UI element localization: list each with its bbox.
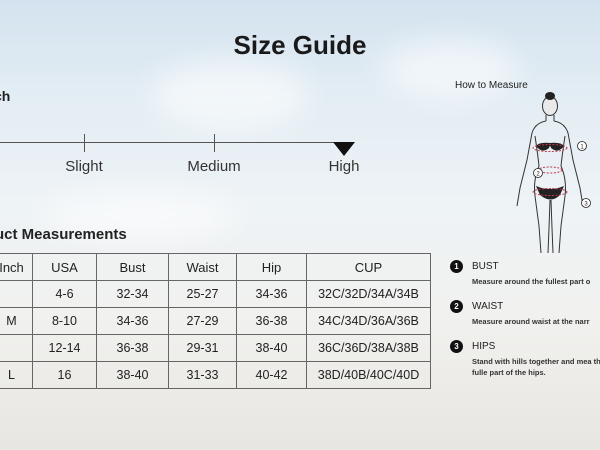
bust-cell: 38-40 bbox=[96, 361, 169, 389]
stretch-tick-medium bbox=[214, 134, 215, 152]
step-description: Stand with hills together and mea the fu… bbox=[472, 357, 600, 377]
cup-cell: 34C/34D/36A/36B bbox=[306, 307, 431, 335]
bust-cell: 36-38 bbox=[96, 334, 169, 362]
waist-marker-icon: 2 bbox=[533, 168, 543, 178]
stretch-level-high: High bbox=[328, 158, 360, 175]
stretch-label: ch bbox=[0, 88, 11, 104]
step-3-icon: 3 bbox=[450, 340, 463, 353]
bust-cell: 32-34 bbox=[96, 280, 169, 308]
step-2-icon: 2 bbox=[450, 300, 463, 313]
size-cell: M bbox=[0, 307, 33, 335]
product-measurements-title: uct Measurements bbox=[0, 226, 127, 243]
size-table: Inch USA Bust Waist Hip CUP 4-6 32-34 25… bbox=[0, 253, 431, 389]
stretch-level-marker-icon bbox=[333, 142, 355, 156]
waist-cell: 29-31 bbox=[168, 334, 237, 362]
waist-cell: 25-27 bbox=[168, 280, 237, 308]
size-cell bbox=[0, 334, 33, 362]
size-cell: L bbox=[0, 361, 33, 389]
hips-marker-icon: 3 bbox=[581, 198, 591, 208]
column-header-size: Inch bbox=[0, 253, 33, 281]
step-1-icon: 1 bbox=[450, 260, 463, 273]
column-header-usa: USA bbox=[32, 253, 97, 281]
background-cloud bbox=[150, 60, 310, 130]
table-row: L 16 38-40 31-33 40-42 38D/40B/40C/40D bbox=[0, 361, 431, 389]
stretch-level-medium: Medium bbox=[187, 158, 241, 175]
usa-cell: 12-14 bbox=[32, 334, 97, 362]
usa-cell: 4-6 bbox=[32, 280, 97, 308]
waist-cell: 27-29 bbox=[168, 307, 237, 335]
table-row: 12-14 36-38 29-31 38-40 36C/36D/38A/38B bbox=[0, 334, 431, 362]
step-heading: WAIST bbox=[472, 301, 504, 312]
stretch-tick-slight bbox=[84, 134, 85, 152]
column-header-cup: CUP bbox=[306, 253, 431, 281]
size-cell bbox=[0, 280, 33, 308]
column-header-hip: Hip bbox=[236, 253, 307, 281]
step-description: Measure around the fullest part o bbox=[472, 277, 591, 286]
table-row: 4-6 32-34 25-27 34-36 32C/32D/34A/34B bbox=[0, 280, 431, 308]
hip-cell: 40-42 bbox=[236, 361, 307, 389]
step-description: Measure around waist at the narr bbox=[472, 317, 590, 326]
hip-cell: 34-36 bbox=[236, 280, 307, 308]
column-header-bust: Bust bbox=[96, 253, 169, 281]
stretch-scale-line bbox=[0, 142, 345, 143]
table-row: M 8-10 34-36 27-29 36-38 34C/34D/36A/36B bbox=[0, 307, 431, 335]
usa-cell: 8-10 bbox=[32, 307, 97, 335]
body-figure-illustration: 1 2 3 bbox=[516, 92, 591, 254]
hip-cell: 36-38 bbox=[236, 307, 307, 335]
usa-cell: 16 bbox=[32, 361, 97, 389]
page-title: Size Guide bbox=[233, 30, 367, 60]
table-header-row: Inch USA Bust Waist Hip CUP bbox=[0, 253, 431, 281]
step-heading: HIPS bbox=[472, 341, 496, 352]
cup-cell: 32C/32D/34A/34B bbox=[306, 280, 431, 308]
waist-cell: 31-33 bbox=[168, 361, 237, 389]
step-heading: BUST bbox=[472, 261, 499, 272]
stretch-level-slight: Slight bbox=[65, 158, 103, 175]
cup-cell: 36C/36D/38A/38B bbox=[306, 334, 431, 362]
column-header-waist: Waist bbox=[168, 253, 237, 281]
bust-cell: 34-36 bbox=[96, 307, 169, 335]
bust-marker-icon: 1 bbox=[577, 141, 587, 151]
cup-cell: 38D/40B/40C/40D bbox=[306, 361, 431, 389]
hip-cell: 38-40 bbox=[236, 334, 307, 362]
